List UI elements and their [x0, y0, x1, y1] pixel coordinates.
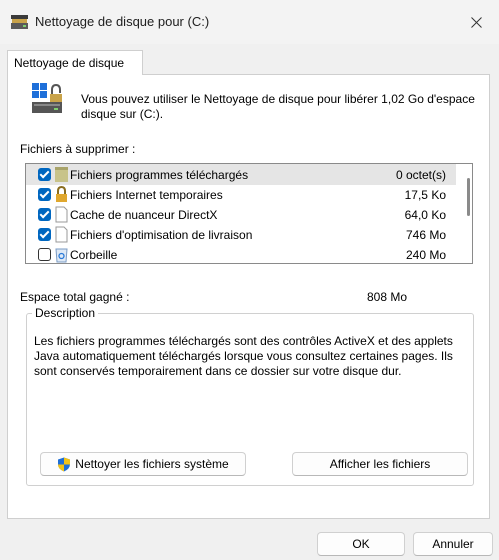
- list-item[interactable]: Cache de nuanceur DirectX 64,0 Ko: [26, 204, 456, 225]
- checkbox[interactable]: [38, 188, 51, 201]
- intro-text: Vous pouvez utiliser le Nettoyage de dis…: [81, 92, 475, 121]
- file-icon: [55, 226, 68, 243]
- ok-button[interactable]: OK: [317, 532, 405, 556]
- checkbox[interactable]: [38, 208, 51, 221]
- item-size: 64,0 Ko: [404, 208, 446, 222]
- item-size: 746 Mo: [405, 228, 446, 242]
- view-files-label: Afficher les fichiers: [329, 457, 431, 471]
- item-size: 0 octet(s): [395, 168, 446, 182]
- list-item[interactable]: Fichiers programmes téléchargés 0 octet(…: [26, 164, 456, 185]
- window-title: Nettoyage de disque pour (C:): [35, 14, 210, 29]
- item-name: Cache de nuanceur DirectX: [70, 208, 218, 222]
- clean-system-files-button[interactable]: Nettoyer les fichiers système: [40, 452, 246, 476]
- space-gained-value: 808 Mo: [367, 290, 408, 304]
- checkbox[interactable]: [38, 168, 51, 181]
- item-name: Fichiers programmes téléchargés: [70, 168, 249, 182]
- recycle-bin-icon: [55, 248, 68, 263]
- cancel-button[interactable]: Annuler: [413, 532, 493, 556]
- main-panel: Vous pouvez utiliser le Nettoyage de dis…: [7, 74, 490, 519]
- folder-icon: [55, 167, 68, 182]
- view-files-button[interactable]: Afficher les fichiers: [292, 452, 468, 476]
- space-gained-label: Espace total gagné :: [20, 290, 130, 304]
- list-item[interactable]: Corbeille 240 Mo: [26, 244, 456, 263]
- file-icon: [55, 206, 68, 223]
- tab-disk-cleanup[interactable]: Nettoyage de disque: [7, 50, 143, 75]
- files-list[interactable]: Fichiers programmes téléchargés 0 octet(…: [25, 163, 473, 264]
- close-button[interactable]: [453, 0, 499, 44]
- shield-icon: [58, 457, 71, 471]
- disk-cleanup-icon: [11, 15, 28, 29]
- files-to-delete-label: Fichiers à supprimer :: [20, 142, 136, 156]
- description-legend: Description: [32, 306, 99, 320]
- checkbox[interactable]: [38, 248, 51, 261]
- description-text: Les fichiers programmes téléchargés sont…: [34, 334, 453, 378]
- close-icon: [470, 16, 482, 28]
- item-name: Fichiers Internet temporaires: [70, 188, 223, 202]
- clean-system-files-label: Nettoyer les fichiers système: [75, 457, 229, 471]
- list-item[interactable]: Fichiers d'optimisation de livraison 746…: [26, 224, 456, 245]
- list-item[interactable]: Fichiers Internet temporaires 17,5 Ko: [26, 184, 456, 205]
- item-size: 17,5 Ko: [404, 188, 446, 202]
- list-scrollbar[interactable]: [467, 178, 470, 216]
- ok-label: OK: [352, 537, 370, 551]
- item-name: Fichiers d'optimisation de livraison: [70, 228, 253, 242]
- disk-cleanup-icon: [32, 83, 62, 113]
- checkbox[interactable]: [38, 228, 51, 241]
- cancel-label: Annuler: [432, 537, 474, 551]
- tab-label: Nettoyage de disque: [14, 56, 125, 70]
- lock-icon: [56, 186, 67, 202]
- item-name: Corbeille: [70, 248, 118, 262]
- title-bar: Nettoyage de disque pour (C:): [0, 0, 499, 44]
- item-size: 240 Mo: [405, 248, 446, 262]
